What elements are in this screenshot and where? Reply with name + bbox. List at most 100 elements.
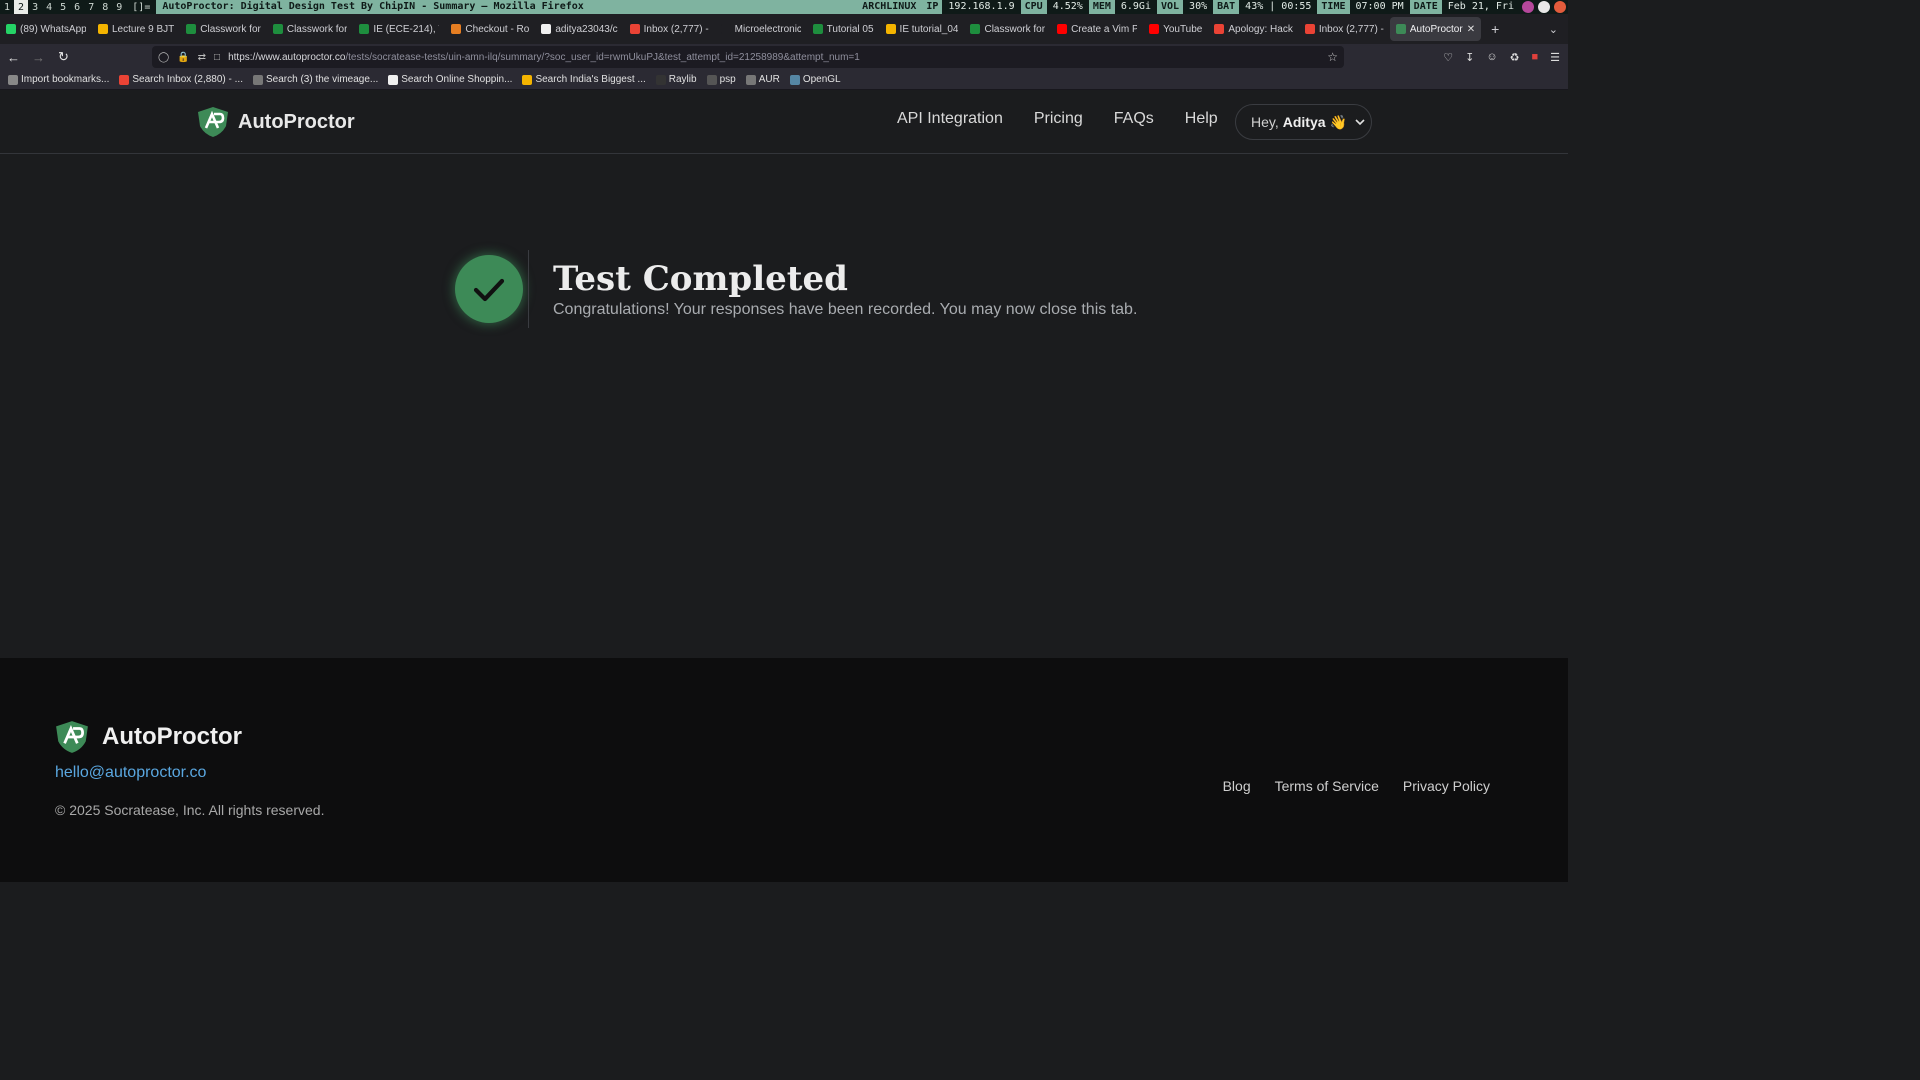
tab-label: Inbox (2,777) - (1318, 23, 1384, 35)
test-completed-panel: Test Completed Congratulations! Your res… (455, 250, 1137, 328)
permissions-icon[interactable]: ⇄ (198, 52, 206, 63)
stat-cpu-key: CPU (1020, 0, 1047, 14)
user-menu-button[interactable]: Hey, Aditya 👋 (1235, 104, 1372, 140)
browser-tab-bar: (89) WhatsApp Lecture 9 BJT Classwork for C… (0, 14, 1568, 44)
browser-tab[interactable]: Inbox (2,777) - (624, 14, 715, 44)
tracking-shield-icon[interactable]: ◯ (158, 52, 169, 63)
bookmark-item[interactable]: psp (706, 74, 736, 85)
back-icon[interactable]: ← (2, 46, 25, 68)
browser-tab[interactable]: Lecture 9 BJT (92, 14, 180, 44)
tab-label: Inbox (2,777) - (643, 23, 709, 35)
page-content: AutoProctor API Integration Pricing FAQs… (0, 90, 1568, 882)
browser-tab[interactable]: AutoProctor ✕ (1389, 17, 1482, 41)
bookmarks-bar: Import bookmarks... Search Inbox (2,880) … (0, 70, 1568, 90)
tab-label: Tutorial 05 (826, 23, 874, 35)
browser-tab[interactable]: Classwork for (964, 14, 1051, 44)
tab-label: Lecture 9 BJT (112, 23, 175, 35)
footer-link-terms[interactable]: Terms of Service (1275, 778, 1379, 794)
tab-list-chevron-icon[interactable]: ⌄ (1549, 23, 1558, 36)
os-label: ARCHLINUX (856, 0, 923, 14)
autoproctor-logo-icon (56, 721, 88, 753)
workspace-3[interactable]: 3 (28, 0, 42, 14)
nav-pricing[interactable]: Pricing (1034, 110, 1083, 128)
workspace-1[interactable]: 1 (0, 0, 14, 14)
reader-icon[interactable]: □ (214, 52, 220, 63)
stat-ip-key: IP (922, 0, 943, 14)
tab-label: Classwork for (984, 23, 1046, 35)
browser-tab[interactable]: Create a Vim P (1051, 14, 1143, 44)
browser-tab[interactable]: YouTube (1143, 14, 1208, 44)
import-icon (8, 74, 18, 85)
check-icon (455, 255, 523, 323)
classroom-icon (970, 24, 981, 34)
workspace-6[interactable]: 6 (70, 0, 84, 14)
pocket-icon[interactable]: ♡ (1443, 51, 1453, 64)
bookmark-item[interactable]: Import bookmarks... (8, 74, 109, 85)
stat-time-value: 07:00 PM (1355, 1, 1404, 12)
lock-icon[interactable]: 🔒 (177, 52, 189, 63)
bookmark-star-icon[interactable]: ☆ (1327, 50, 1338, 64)
user-greeting: Hey, (1251, 114, 1279, 130)
browser-tab[interactable]: Tutorial 05 (807, 14, 880, 44)
amazon-icon (388, 74, 399, 85)
workspace-8[interactable]: 8 (98, 0, 112, 14)
browser-tab[interactable]: IE (ECE-214), V (353, 14, 445, 44)
footer-brand: AutoProctor (102, 723, 242, 750)
browser-tab[interactable]: IE tutorial_04 (880, 14, 965, 44)
bookmark-label: Import bookmarks... (21, 74, 110, 85)
bookmark-item[interactable]: Raylib (655, 74, 697, 85)
browser-tab[interactable]: aditya23043/c (535, 14, 623, 44)
nav-faqs[interactable]: FAQs (1114, 110, 1154, 128)
stat-vol-value: 30% (1189, 1, 1208, 12)
footer-link-privacy[interactable]: Privacy Policy (1403, 778, 1490, 794)
autoproctor-icon (1395, 24, 1406, 34)
footer-copyright: © 2025 Socratease, Inc. All rights reser… (55, 802, 325, 818)
workspace-7[interactable]: 7 (84, 0, 98, 14)
browser-tab[interactable]: (89) WhatsApp (0, 14, 92, 44)
stat-date-value: Feb 21, Fri (1447, 1, 1514, 12)
extension-red-icon[interactable]: ■ (1531, 51, 1538, 63)
tab-label: YouTube (1163, 23, 1203, 35)
forward-icon[interactable]: → (27, 46, 50, 68)
workspace-4[interactable]: 4 (42, 0, 56, 14)
browser-tab[interactable]: Checkout - Ro (445, 14, 535, 44)
layout-indicator[interactable]: []= (126, 2, 156, 13)
tab-close-icon[interactable]: ✕ (1467, 24, 1475, 35)
extensions-icon[interactable]: ♻ (1510, 51, 1520, 64)
browser-tab[interactable]: Classwork for (267, 14, 354, 44)
downloads-icon[interactable]: ↧ (1465, 51, 1474, 64)
workspace-2[interactable]: 2 (14, 0, 29, 14)
tray-app-icon[interactable] (1522, 1, 1534, 13)
bookmark-label: Search India's Biggest ... (535, 74, 646, 85)
footer-logo[interactable]: AutoProctor (54, 720, 242, 754)
account-icon[interactable]: ☺ (1486, 51, 1497, 63)
bookmark-item[interactable]: OpenGL (789, 74, 841, 85)
bookmark-item[interactable]: Search Inbox (2,880) - ... (119, 74, 243, 85)
gmail-icon (119, 74, 130, 85)
workspace-5[interactable]: 5 (56, 0, 70, 14)
browser-tab[interactable]: Microelectronic C (715, 14, 807, 44)
bookmark-item[interactable]: AUR (745, 74, 780, 85)
url-bar[interactable]: ◯ 🔒 ⇄ □ https://www.autoproctor.co/tests… (152, 46, 1344, 68)
bookmark-item[interactable]: Search (3) the vimeage... (252, 74, 379, 85)
browser-tab[interactable]: Classwork for (180, 14, 267, 44)
reload-icon[interactable]: ↻ (52, 46, 75, 68)
browser-tab[interactable]: Apology: Hack (1208, 14, 1298, 44)
new-tab-icon[interactable]: + (1491, 21, 1499, 37)
site-logo[interactable]: AutoProctor (196, 106, 355, 138)
footer-email-link[interactable]: hello@autoproctor.co (55, 764, 206, 782)
nav-help[interactable]: Help (1185, 110, 1218, 128)
menu-icon[interactable]: ☰ (1550, 51, 1560, 64)
tray-firefox-icon[interactable] (1554, 1, 1566, 13)
bookmark-label: Search (3) the vimeage... (265, 74, 379, 85)
drive-icon (885, 24, 896, 34)
bookmark-item[interactable]: Search India's Biggest ... (522, 74, 646, 85)
workspace-9[interactable]: 9 (112, 0, 126, 14)
tray-pen-icon[interactable] (1538, 1, 1550, 13)
gmail-icon (1214, 24, 1225, 34)
footer-link-blog[interactable]: Blog (1223, 778, 1251, 794)
nav-api-integration[interactable]: API Integration (897, 110, 1003, 128)
tab-label: Classwork for (200, 23, 261, 35)
bookmark-item[interactable]: Search Online Shoppin... (388, 74, 512, 85)
browser-tab[interactable]: Inbox (2,777) - (1299, 14, 1390, 44)
